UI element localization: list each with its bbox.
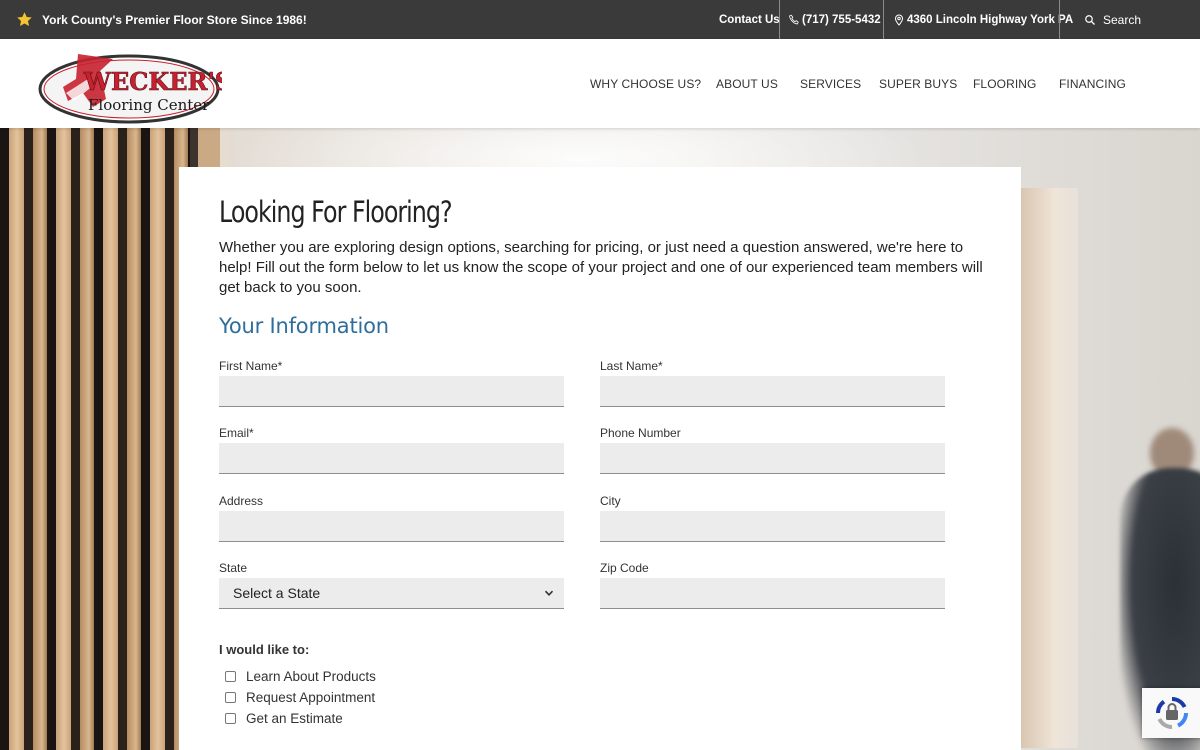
- request-appointment-label: Request Appointment: [246, 690, 376, 705]
- map-pin-icon: [894, 13, 904, 26]
- state-select[interactable]: Select a State: [219, 578, 564, 609]
- zip-input[interactable]: [600, 578, 945, 609]
- option-learn-products[interactable]: Learn About Products: [225, 669, 376, 684]
- first-name-input[interactable]: [219, 376, 564, 407]
- wood-planks-graphic: [0, 128, 190, 750]
- last-name-input[interactable]: [600, 376, 945, 407]
- chevron-down-icon: [544, 590, 554, 596]
- get-estimate-label: Get an Estimate: [246, 711, 343, 726]
- contact-us-link[interactable]: Contact Us: [719, 0, 780, 39]
- state-select-value: Select a State: [233, 585, 321, 601]
- form-intro: Whether you are exploring design options…: [219, 239, 983, 296]
- divider: [1059, 0, 1060, 39]
- logo-wordmark: WECKER'S: [83, 67, 222, 96]
- zip-label: Zip Code: [600, 561, 649, 575]
- request-appointment-checkbox[interactable]: [225, 692, 236, 703]
- city-label: City: [600, 494, 621, 508]
- search-icon: [1085, 14, 1095, 25]
- divider: [779, 0, 780, 39]
- email-input[interactable]: [219, 443, 564, 474]
- site-header: WECKER'S Flooring Center WHY CHOOSE US? …: [0, 39, 1200, 128]
- phone-input[interactable]: [600, 443, 945, 474]
- get-estimate-checkbox[interactable]: [225, 713, 236, 724]
- last-name-label: Last Name*: [600, 359, 663, 373]
- logo-subtitle: Flooring Center: [88, 96, 210, 114]
- address-label: Address: [219, 494, 264, 508]
- nav-super-buys[interactable]: SUPER BUYS: [879, 39, 957, 128]
- search-label: Search: [1103, 12, 1142, 27]
- state-label: State: [219, 561, 248, 575]
- address-link[interactable]: 4360 Lincoln Highway York PA: [893, 0, 1073, 39]
- recaptcha-icon: [1156, 697, 1188, 729]
- phone-link[interactable]: (717) 755-5432: [788, 0, 881, 39]
- city-input[interactable]: [600, 511, 945, 542]
- email-label: Email*: [219, 426, 254, 440]
- address-input[interactable]: [219, 511, 564, 542]
- section-heading: Your Information: [219, 314, 389, 338]
- search-button[interactable]: Search: [1084, 0, 1141, 39]
- learn-products-checkbox[interactable]: [225, 671, 236, 682]
- phone-label: Phone Number: [600, 426, 681, 440]
- nav-services[interactable]: SERVICES: [800, 39, 861, 128]
- nav-financing[interactable]: FINANCING: [1059, 39, 1126, 128]
- tagline: York County's Premier Floor Store Since …: [16, 0, 307, 39]
- phone-number: (717) 755-5432: [802, 13, 881, 26]
- tagline-text: York County's Premier Floor Store Since …: [42, 12, 307, 27]
- interest-heading: I would like to:: [219, 642, 310, 657]
- contact-form-card: Looking For Flooring? Whether you are ex…: [179, 167, 1021, 750]
- star-icon: [17, 12, 32, 27]
- top-utility-bar: York County's Premier Floor Store Since …: [0, 0, 1200, 39]
- option-get-estimate[interactable]: Get an Estimate: [225, 711, 343, 726]
- nav-why-choose-us[interactable]: WHY CHOOSE US?: [590, 39, 701, 128]
- first-name-label: First Name*: [219, 359, 283, 373]
- nav-about-us[interactable]: ABOUT US: [716, 39, 778, 128]
- site-logo[interactable]: WECKER'S Flooring Center: [38, 49, 232, 125]
- option-request-appointment[interactable]: Request Appointment: [225, 690, 375, 705]
- learn-products-label: Learn About Products: [246, 669, 376, 684]
- divider: [883, 0, 884, 39]
- form-title: Looking For Flooring?: [219, 195, 453, 229]
- nav-flooring[interactable]: FLOORING: [973, 39, 1036, 128]
- phone-icon: [789, 14, 799, 24]
- shelf-graphic: [1018, 188, 1078, 748]
- address-text: 4360 Lincoln Highway York PA: [907, 13, 1074, 26]
- recaptcha-badge[interactable]: [1142, 688, 1200, 738]
